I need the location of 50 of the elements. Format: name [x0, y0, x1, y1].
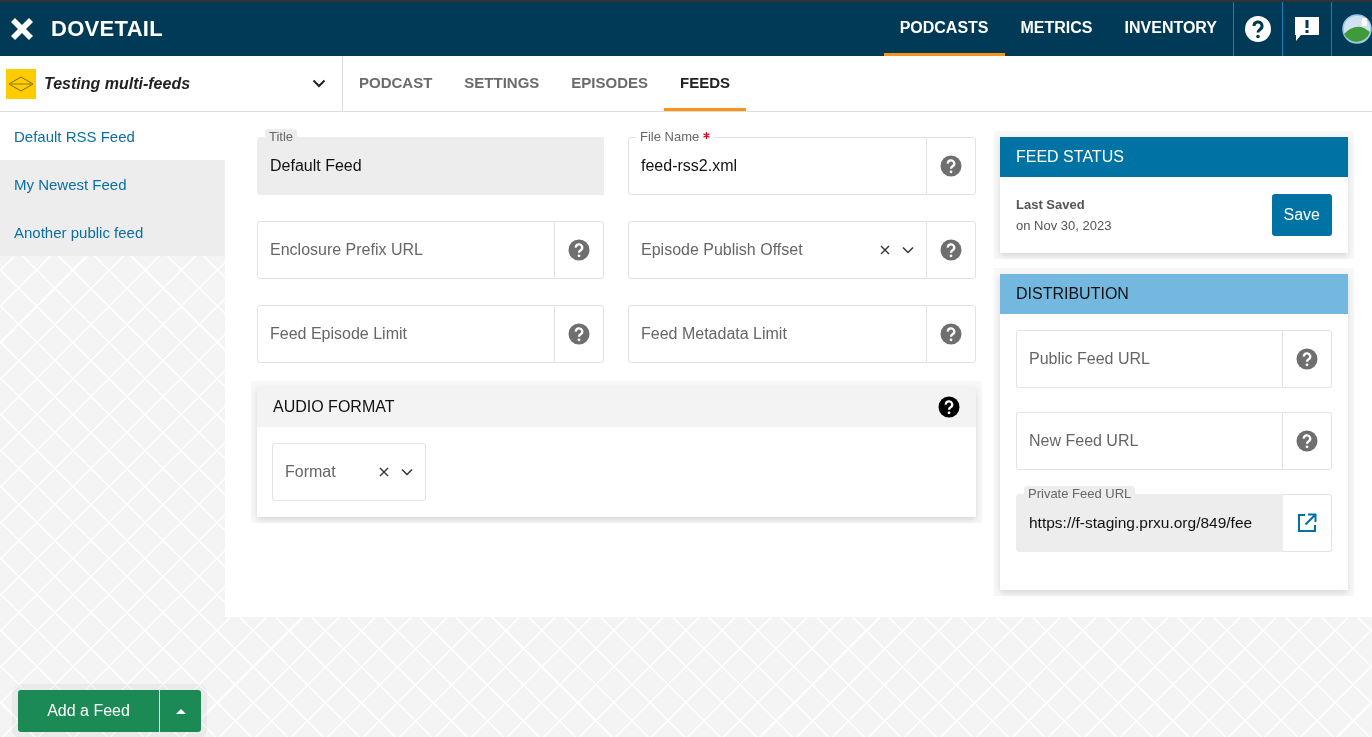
podcast-thumbnail	[6, 68, 36, 99]
sidebar-item[interactable]: Default RSS Feed	[0, 112, 225, 160]
add-feed-button[interactable]: Add a Feed	[18, 690, 159, 732]
sidebar-item[interactable]: My Newest Feed	[0, 160, 225, 208]
sidebar-item[interactable]: Another public feed	[0, 208, 225, 256]
chevron-down-icon	[312, 79, 326, 88]
card-title: FEED STATUS	[1016, 148, 1124, 166]
clear-icon[interactable]	[379, 467, 389, 477]
field-label: File Name	[636, 129, 715, 144]
last-saved-label: Last Saved	[1016, 197, 1086, 212]
menu-toggle-button[interactable]	[159, 690, 201, 732]
field-label: Title	[265, 129, 298, 144]
speech-bubble-icon	[1293, 15, 1321, 43]
tab[interactable]: SETTINGS	[448, 56, 556, 111]
help-icon	[940, 323, 962, 345]
avatar-icon	[1342, 14, 1372, 44]
podcast-name: Testing multi-feeds	[44, 74, 192, 93]
select-field[interactable]: Format	[272, 443, 426, 501]
last-saved-date: on Nov 30, 2023	[1016, 218, 1112, 233]
select-field[interactable]: Episode Publish Offset	[628, 221, 927, 279]
help-icon	[940, 155, 962, 177]
tab[interactable]: EPISODES	[555, 56, 665, 111]
nav-link[interactable]: METRICS	[1004, 2, 1109, 56]
input-field[interactable]: Public Feed URL	[1016, 330, 1283, 388]
field-label: Private Feed URL	[1024, 486, 1136, 501]
input-field[interactable]: Feed Episode Limit	[257, 305, 555, 363]
help-icon	[1244, 15, 1272, 43]
help-icon	[1296, 348, 1318, 370]
nav-link[interactable]: INVENTORY	[1108, 2, 1233, 56]
brand-name: DOVETAIL	[51, 16, 163, 42]
chevron-down-icon[interactable]	[902, 246, 914, 254]
input-field[interactable]: Feed Metadata Limit	[628, 305, 927, 363]
caret-up-icon	[175, 708, 186, 714]
help-icon	[940, 239, 962, 261]
podcast-selector[interactable]: Testing multi-feeds	[0, 56, 343, 111]
clear-icon[interactable]	[880, 245, 890, 255]
open-link-button[interactable]	[1282, 494, 1332, 552]
external-link-icon	[1297, 513, 1317, 533]
save-button[interactable]: Save	[1271, 194, 1332, 236]
help-icon	[568, 323, 590, 345]
card-title: DISTRIBUTION	[1016, 285, 1129, 303]
input-field[interactable]: Enclosure Prefix URL	[257, 221, 555, 279]
account-button[interactable]	[1331, 2, 1372, 56]
help-icon	[1296, 430, 1318, 452]
help-icon	[568, 239, 590, 261]
card-title: AUDIO FORMAT	[273, 398, 395, 416]
input-field[interactable]: New Feed URL	[1016, 412, 1283, 470]
tab[interactable]: PODCAST	[343, 56, 449, 111]
chevron-down-icon[interactable]	[401, 468, 413, 476]
help-icon[interactable]	[938, 396, 960, 418]
